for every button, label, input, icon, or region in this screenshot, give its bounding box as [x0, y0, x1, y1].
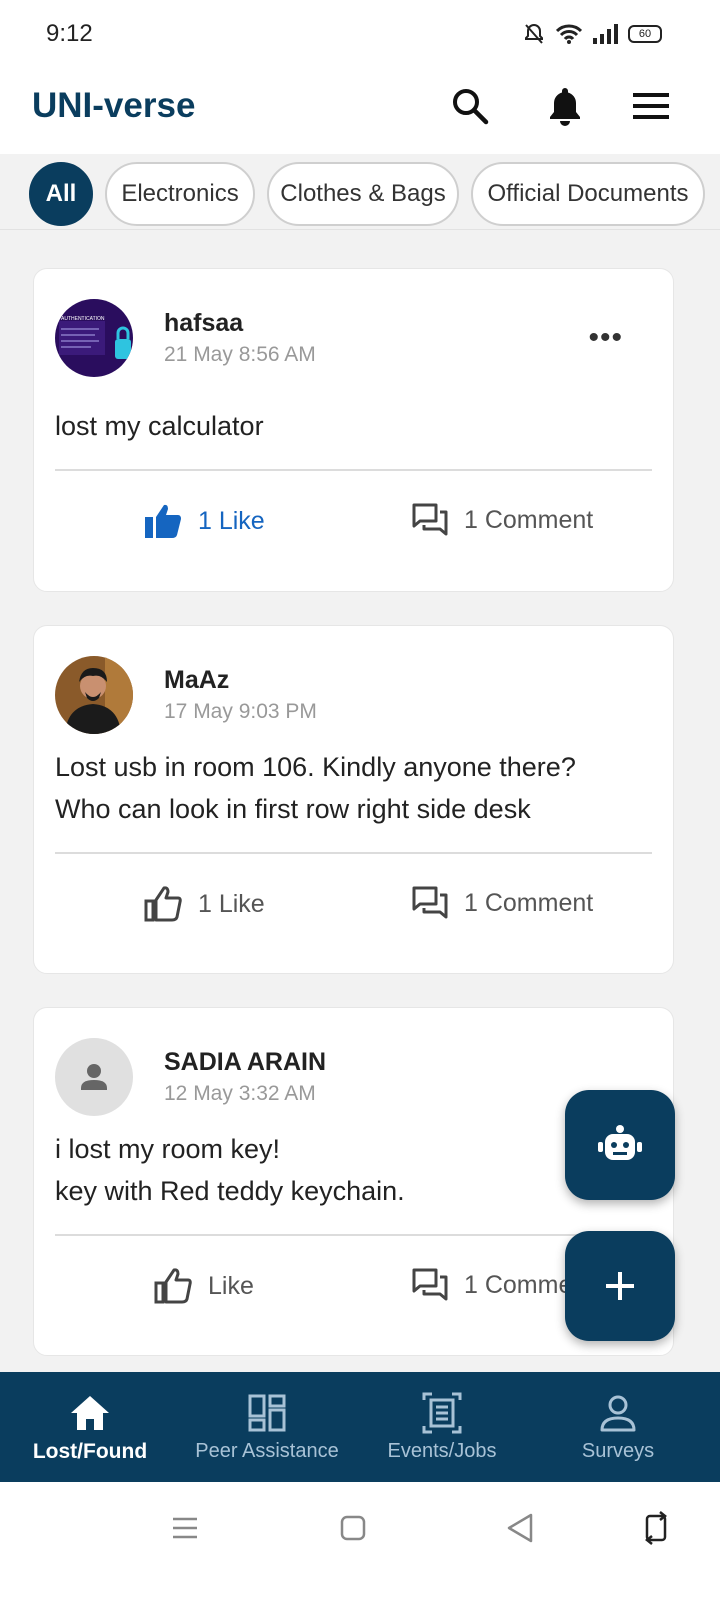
rotate-icon: [644, 1511, 668, 1545]
like-button[interactable]: 1 Like: [144, 503, 265, 539]
status-time: 9:12: [46, 20, 93, 47]
like-button[interactable]: 1 Like: [144, 886, 265, 922]
avatar[interactable]: AUTHENTICATION: [55, 299, 133, 377]
avatar[interactable]: [55, 656, 133, 734]
comment-button[interactable]: 1 Comment: [412, 503, 593, 537]
battery-indicator: 60: [628, 25, 662, 43]
comment-icon: [412, 503, 448, 536]
filter-chip-all[interactable]: All: [29, 162, 93, 226]
person-icon: [600, 1395, 636, 1432]
like-count: 1 Like: [198, 889, 265, 918]
menu-button[interactable]: [627, 82, 675, 130]
comment-icon: [412, 1268, 448, 1301]
signal-icon: [593, 24, 618, 44]
post-divider: [55, 469, 652, 471]
search-icon: [453, 89, 489, 125]
category-filters: All Electronics Clothes & Bags Official …: [0, 154, 720, 230]
comment-count: 1 Comment: [464, 505, 594, 534]
post-card: MaAz 17 May 9:03 PM Lost usb in room 106…: [33, 625, 674, 974]
filter-chip-electronics[interactable]: Electronics: [105, 162, 255, 226]
post-username[interactable]: MaAz: [164, 666, 229, 695]
status-bar: 9:12 60: [0, 0, 720, 70]
bottom-navigation: Lost/Found Peer Assistance Events/Jobs S…: [0, 1372, 720, 1482]
post-card: AUTHENTICATION hafsaa 21 May 8:56 AM •••…: [33, 268, 674, 592]
robot-icon: [598, 1125, 642, 1160]
system-navigation-bar: [0, 1482, 720, 1600]
recents-icon: [173, 1517, 197, 1539]
like-icon: [144, 886, 182, 922]
app-title: UNI-verse: [32, 86, 196, 125]
like-count: 1 Like: [198, 506, 265, 535]
avatar[interactable]: [55, 1038, 133, 1116]
nav-label: Peer Assistance: [195, 1440, 339, 1462]
plus-icon: [606, 1272, 634, 1300]
recents-button[interactable]: [165, 1508, 205, 1548]
back-triangle-icon: [507, 1513, 533, 1543]
nav-lost-found[interactable]: Lost/Found: [0, 1372, 180, 1482]
bell-icon: [550, 88, 580, 126]
avatar-thumbnail-heading: AUTHENTICATION: [61, 316, 105, 322]
person-placeholder-icon: [81, 1064, 107, 1090]
comment-count: 1 Comment: [464, 888, 594, 917]
search-button[interactable]: [446, 82, 494, 130]
filter-chip-official-documents[interactable]: Official Documents: [471, 162, 705, 226]
document-icon: [422, 1392, 462, 1434]
nav-label: Events/Jobs: [387, 1440, 497, 1462]
like-count: Like: [208, 1271, 254, 1300]
nav-peer-assistance[interactable]: Peer Assistance: [177, 1372, 357, 1482]
comment-button[interactable]: 1 Comment: [412, 886, 593, 920]
nav-label: Surveys: [581, 1440, 655, 1462]
post-divider: [55, 1234, 652, 1236]
post-divider: [55, 852, 652, 854]
post-username[interactable]: hafsaa: [164, 309, 243, 338]
notifications-button[interactable]: [541, 82, 589, 130]
post-date: 21 May 8:56 AM: [164, 343, 316, 366]
post-text: Lost usb in room 106. Kindly anyone ther…: [55, 752, 576, 824]
post-date: 17 May 9:03 PM: [164, 700, 317, 723]
nav-events-jobs[interactable]: Events/Jobs: [352, 1372, 532, 1482]
app-bar: UNI-verse: [0, 70, 720, 154]
nav-surveys[interactable]: Surveys: [528, 1372, 708, 1482]
like-icon: [154, 1268, 192, 1304]
add-post-button[interactable]: [565, 1231, 675, 1341]
post-date: 12 May 3:32 AM: [164, 1082, 316, 1105]
post-text: i lost my room key! key with Red teddy k…: [55, 1134, 405, 1206]
menu-icon: [633, 93, 669, 119]
post-username[interactable]: SADIA ARAIN: [164, 1048, 326, 1077]
home-icon: [71, 1396, 109, 1430]
post-text: lost my calculator: [55, 411, 264, 441]
more-options-icon[interactable]: •••: [588, 321, 623, 355]
like-icon: [145, 504, 181, 538]
home-button[interactable]: [333, 1508, 373, 1548]
filter-chip-clothes-bags[interactable]: Clothes & Bags: [267, 162, 459, 226]
like-button[interactable]: Like: [154, 1268, 254, 1304]
rotate-button[interactable]: [636, 1508, 676, 1548]
back-button[interactable]: [500, 1508, 540, 1548]
status-icons: 60: [522, 22, 662, 46]
chatbot-button[interactable]: [565, 1090, 675, 1200]
mute-bell-icon: [525, 23, 543, 44]
comment-icon: [412, 886, 448, 919]
square-icon: [340, 1515, 366, 1541]
dashboard-icon: [248, 1394, 286, 1432]
wifi-icon: [556, 24, 582, 44]
nav-label: Lost/Found: [32, 1440, 148, 1463]
